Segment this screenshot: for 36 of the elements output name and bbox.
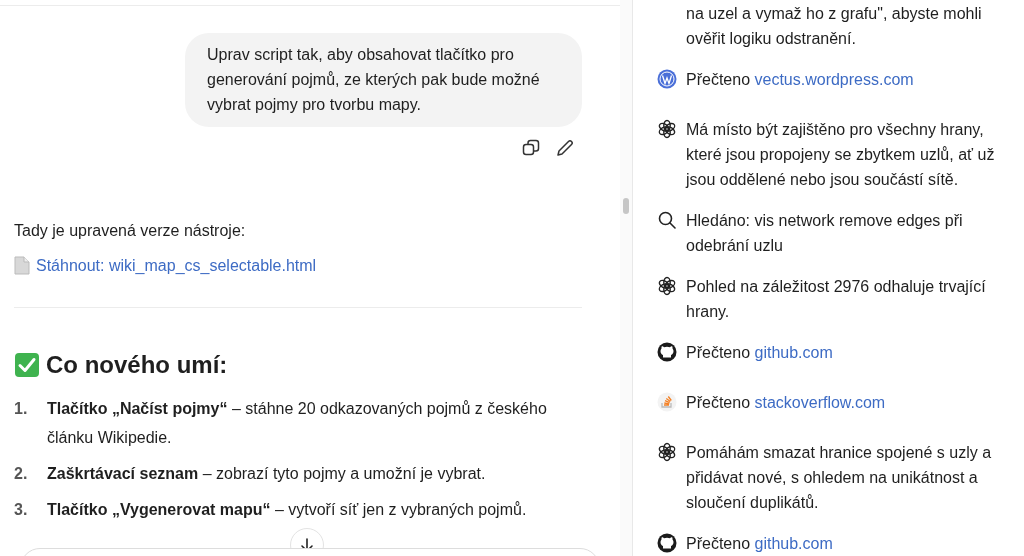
search-query-text: Hledáno: vis network remove edges při odebrání uzlu <box>686 211 964 256</box>
download-link[interactable]: Stáhnout: wiki_map_cs_selectable.html <box>36 256 317 275</box>
list-item-text: Tlačítko „Načíst pojmy“ – stáhne 20 odkazovaných pojmů z českého článku Wikipedie. <box>47 399 548 448</box>
checkmark-icon <box>14 352 40 378</box>
search-icon <box>657 210 677 230</box>
source-link[interactable]: vectus.wordpress.com <box>754 71 914 88</box>
section-heading: Co nového umí: <box>46 351 228 379</box>
list-number: 1. <box>14 399 29 419</box>
source-link[interactable]: github.com <box>754 535 833 552</box>
answer-text: Tady je upravená verze nástroje: <box>14 221 247 241</box>
w-logo-icon <box>657 69 677 89</box>
scrollbar-thumb[interactable] <box>623 198 629 214</box>
octocat-logo-icon <box>657 533 677 553</box>
source-link[interactable]: github.com <box>754 344 833 361</box>
source-read-text: Přečteno github.com <box>686 343 834 363</box>
octocat-logo-icon <box>657 342 677 362</box>
source-link[interactable]: stackoverflow.com <box>754 394 886 411</box>
reasoning-text: Pomáhám smazat hranice spojené s uzly a přidávat nové, s ohledem na unikátnost a sloučení duplikátů. <box>686 443 993 513</box>
edit-icon[interactable] <box>556 139 574 157</box>
spiral-logo-icon <box>657 442 677 462</box>
list-number: 3. <box>14 500 29 520</box>
list-item-text: Tlačítko „Vygenerovat mapu“ – vytvoří síť jen z vybraných pojmů. <box>47 500 528 520</box>
document-icon <box>14 256 30 275</box>
source-read-text: Přečteno github.com <box>686 534 834 554</box>
source-read-text: Přečteno vectus.wordpress.com <box>686 70 915 90</box>
stacked-bars-logo-icon <box>657 392 677 412</box>
spiral-logo-icon <box>657 276 677 296</box>
list-item-text: Zaškrtávací seznam – zobrazí tyto pojmy a umožní je vybrat. <box>47 464 487 484</box>
reasoning-text: Pohled na záležitost 2976 odhaluje trvající hrany. <box>686 277 987 322</box>
user-message: Uprav script tak, aby obsahovat tlačítko pro generování pojmů, ze kterých pak bude možné vybrat pojmy pro tvorbu mapy. <box>185 33 582 127</box>
reasoning-text: Má místo být zajištěno pro všechny hrany, které jsou propojeny se zbytkem uzlů, ať už jsou oddělené nebo jsou součástí sítě. <box>686 120 996 190</box>
spiral-logo-icon <box>657 119 677 139</box>
reasoning-text: na uzel a vymaž ho z grafu", abyste mohli ověřit logiku odstranění. <box>686 4 983 49</box>
copy-icon[interactable] <box>522 139 540 157</box>
source-read-text: Přečteno stackoverflow.com <box>686 393 887 413</box>
list-number: 2. <box>14 464 29 484</box>
